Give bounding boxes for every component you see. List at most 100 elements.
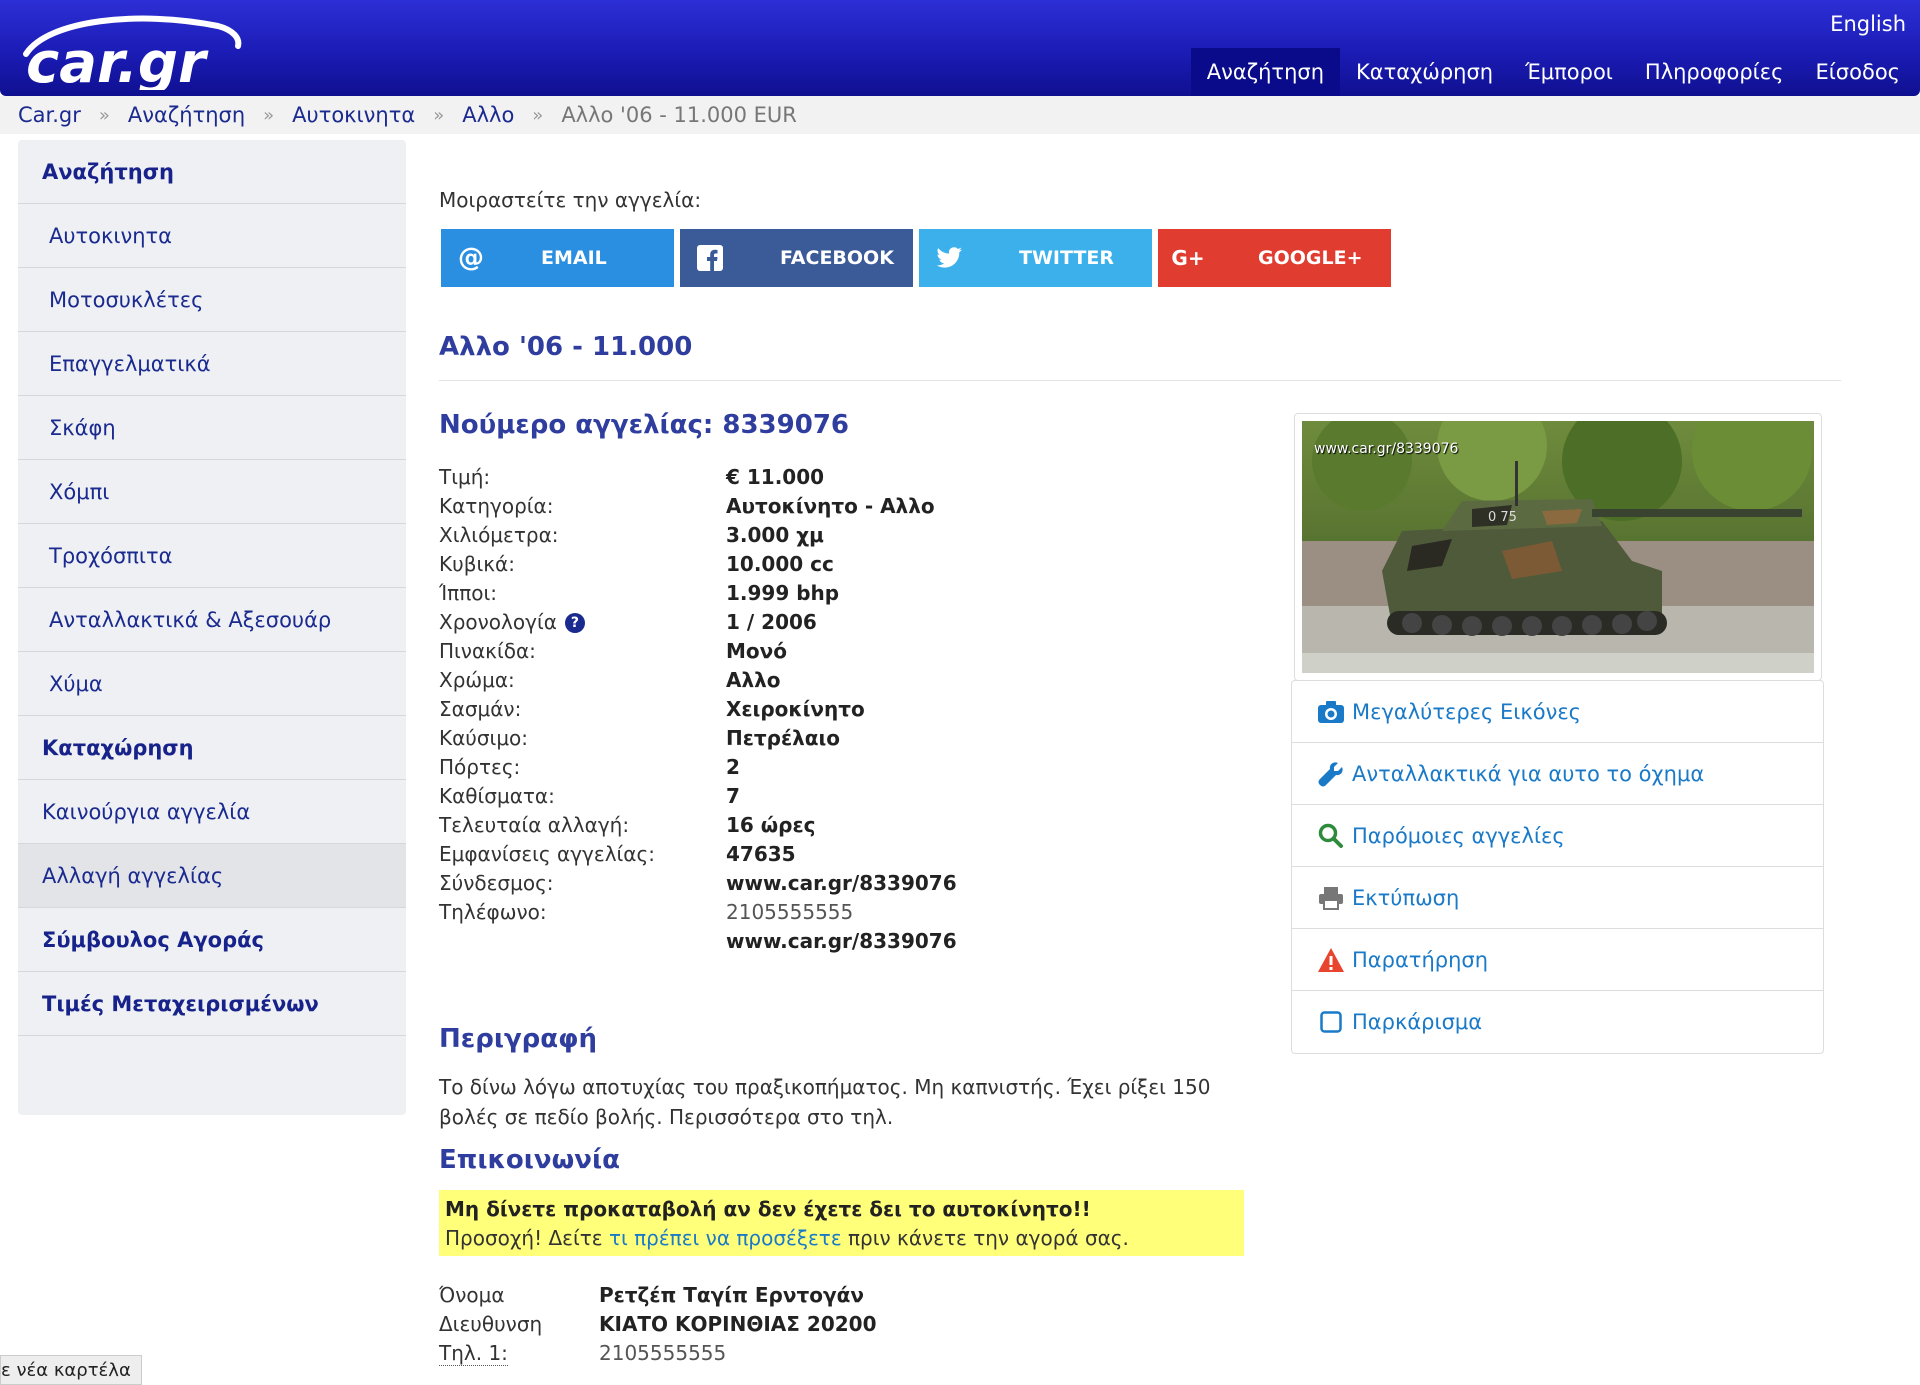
spec-row: Ίπποι: 1.999 bhp bbox=[439, 580, 840, 605]
breadcrumb: Car.gr » Αναζήτηση » Αυτοκινητα » Αλλο »… bbox=[0, 96, 1920, 134]
svg-text:car.gr: car.gr bbox=[26, 31, 209, 90]
search-icon bbox=[1316, 821, 1346, 851]
spec-row: Καθίσματα: 7 bbox=[439, 783, 740, 808]
print-link[interactable]: Εκτύπωση bbox=[1292, 867, 1823, 929]
car-gr-logo[interactable]: car.gr bbox=[18, 12, 248, 90]
breadcrumb-separator: » bbox=[263, 104, 275, 126]
spec-row: Πινακίδα: Μονό bbox=[439, 638, 788, 663]
sidebar-item-hobby[interactable]: Χόμπι bbox=[18, 460, 406, 524]
contact-row: Διευθυνση ΚΙΑΤΟ ΚΟΡΙΝΘΙΑΣ 20200 bbox=[439, 1311, 877, 1336]
sidebar-item-parts[interactable]: Ανταλλακτικά & Αξεσουάρ bbox=[18, 588, 406, 652]
google-plus-icon: G+ bbox=[1171, 246, 1205, 270]
checkbox-icon bbox=[1316, 1007, 1346, 1037]
sidebar-heading-used-prices[interactable]: Τιμές Μεταχειρισμένων bbox=[18, 972, 406, 1036]
turret-number: 0 75 bbox=[1488, 510, 1517, 525]
at-icon: @ bbox=[458, 243, 484, 273]
nav-login[interactable]: Είσοδος bbox=[1799, 48, 1916, 96]
listing-actions: Μεγαλύτερες Εικόνες Ανταλλακτικά για αυτ… bbox=[1291, 680, 1824, 1054]
seller-phone[interactable]: 2105555555 bbox=[599, 1341, 726, 1365]
contact-row: Όνομα Ρετζέπ Ταγίπ Ερντογάν bbox=[439, 1282, 864, 1307]
spec-row: Σασμάν: Χειροκίνητο bbox=[439, 696, 865, 721]
help-icon[interactable]: ? bbox=[564, 613, 585, 633]
wrench-icon bbox=[1316, 759, 1346, 789]
seller-name: Ρετζέπ Ταγίπ Ερντογάν bbox=[599, 1282, 864, 1307]
spec-table: Τιμή: € 11.000 Κατηγορία: Αυτοκίνητο - Αλλ… bbox=[439, 462, 957, 955]
spec-row: www.car.gr/8339076 bbox=[439, 926, 957, 955]
sidebar-heading-advisor[interactable]: Σύμβουλος Αγοράς bbox=[18, 908, 406, 972]
sidebar: Αναζήτηση Αυτοκινητα Μοτοσυκλέτες Επαγγε… bbox=[18, 140, 406, 1115]
breadcrumb-separator: » bbox=[98, 104, 110, 126]
contact-table: Όνομα Ρετζέπ Ταγίπ Ερντογάν Διευθυνση ΚΙΑΤ… bbox=[439, 1280, 877, 1367]
warning-text: Προσοχή! Δείτε τι πρέπει να προσέξετε πρ… bbox=[445, 1226, 1129, 1250]
breadcrumb-separator: » bbox=[433, 104, 445, 126]
warning-box: Μη δίνετε προκαταβολή αν δεν έχετε δει τ… bbox=[439, 1190, 1244, 1256]
nav-info[interactable]: Πληροφορίες bbox=[1629, 48, 1800, 96]
description-heading: Περιγραφή bbox=[439, 1024, 598, 1054]
report-link[interactable]: Παρατήρηση bbox=[1292, 929, 1823, 991]
seller-address: ΚΙΑΤΟ ΚΟΡΙΝΘΙΑΣ 20200 bbox=[599, 1311, 877, 1336]
sidebar-item-commercial[interactable]: Επαγγελματικά bbox=[18, 332, 406, 396]
sidebar-item-caravans[interactable]: Τροχόσπιτα bbox=[18, 524, 406, 588]
spec-row: Κυβικά: 10.000 cc bbox=[439, 551, 834, 576]
twitter-icon bbox=[919, 247, 979, 269]
spec-row: Πόρτες: 2 bbox=[439, 754, 740, 779]
phone-value[interactable]: 2105555555 bbox=[726, 900, 853, 924]
description-text: Το δίνω λόγω αποτυχίας του πραξικοπήματο… bbox=[439, 1075, 1211, 1129]
spec-row: Κατηγορία: Αυτοκίνητο - Αλλο bbox=[439, 493, 935, 518]
printer-icon bbox=[1316, 883, 1346, 913]
english-link[interactable]: English bbox=[1830, 12, 1906, 36]
share-google-button[interactable]: G+ GOOGLE+ bbox=[1158, 229, 1391, 287]
nav-listing[interactable]: Καταχώρηση bbox=[1340, 48, 1509, 96]
spec-row: Εμφανίσεις αγγελίας: 47635 bbox=[439, 841, 796, 866]
spec-row: Τηλέφωνο: 2105555555 bbox=[439, 899, 854, 924]
sidebar-item-edit-ad[interactable]: Αλλαγή αγγελίας bbox=[18, 844, 406, 908]
divider bbox=[439, 380, 1841, 381]
breadcrumb-other[interactable]: Αλλο bbox=[462, 103, 514, 127]
spec-row: Τιμή: € 11.000 bbox=[439, 464, 825, 489]
sidebar-heading-search[interactable]: Αναζήτηση bbox=[18, 140, 406, 204]
parking-link[interactable]: Παρκάρισμα bbox=[1292, 991, 1823, 1053]
sidebar-item-motorcycles[interactable]: Μοτοσυκλέτες bbox=[18, 268, 406, 332]
ad-link[interactable]: www.car.gr/8339076 bbox=[726, 871, 957, 895]
spec-row: Χρώμα: Αλλο bbox=[439, 667, 781, 692]
main-nav: Αναζήτηση Καταχώρηση Έμποροι Πληροφορίες… bbox=[1190, 48, 1916, 96]
warning-link[interactable]: τι πρέπει να προσέξετε bbox=[609, 1226, 842, 1250]
breadcrumb-separator: » bbox=[532, 104, 544, 126]
ad-number: Νούμερο αγγελίας: 8339076 bbox=[439, 410, 850, 440]
contact-row: Τηλ. 1: 2105555555 bbox=[439, 1340, 727, 1366]
breadcrumb-current: Αλλο '06 - 11.000 EUR bbox=[561, 103, 797, 127]
ad-link-secondary[interactable]: www.car.gr/8339076 bbox=[726, 929, 957, 953]
sidebar-item-new-ad[interactable]: Καινούργια αγγελία bbox=[18, 780, 406, 844]
sidebar-item-cars[interactable]: Αυτοκινητα bbox=[18, 204, 406, 268]
contact-heading: Επικοινωνία bbox=[439, 1145, 620, 1175]
spec-row: Χρονολογία? 1 / 2006 bbox=[439, 609, 817, 634]
similar-ads-link[interactable]: Παρόμοιες αγγελίες bbox=[1292, 805, 1823, 867]
facebook-icon bbox=[680, 245, 740, 271]
listing-photo[interactable]: 0 75 www.car.gr/8339076 bbox=[1302, 421, 1814, 673]
breadcrumb-search[interactable]: Αναζήτηση bbox=[128, 103, 245, 127]
spec-row: Σύνδεσμος: www.car.gr/8339076 bbox=[439, 870, 957, 895]
share-email-button[interactable]: @ EMAIL bbox=[441, 229, 674, 287]
spec-row: Τελευταία αλλαγή: 16 ώρες bbox=[439, 812, 816, 837]
photo-watermark: www.car.gr/8339076 bbox=[1314, 441, 1459, 457]
share-facebook-button[interactable]: FACEBOOK bbox=[680, 229, 913, 287]
nav-dealers[interactable]: Έμποροι bbox=[1509, 48, 1629, 96]
spec-row: Χιλιόμετρα: 3.000 χμ bbox=[439, 522, 824, 547]
sidebar-heading-listing[interactable]: Καταχώρηση bbox=[18, 716, 406, 780]
parts-for-vehicle-link[interactable]: Ανταλλακτικά για αυτο το όχημα bbox=[1292, 743, 1823, 805]
listing-title: Αλλο '06 - 11.000 bbox=[439, 332, 693, 362]
warning-title: Μη δίνετε προκαταβολή αν δεν έχετε δει τ… bbox=[445, 1197, 1091, 1221]
breadcrumb-home[interactable]: Car.gr bbox=[18, 103, 81, 127]
bigger-images-link[interactable]: Μεγαλύτερες Εικόνες bbox=[1292, 681, 1823, 743]
site-header: car.gr English Αναζήτηση Καταχώρηση Έμπο… bbox=[0, 0, 1920, 96]
tank-image: 0 75 bbox=[1302, 421, 1814, 673]
share-twitter-button[interactable]: TWITTER bbox=[919, 229, 1152, 287]
sidebar-item-bulk[interactable]: Χύμα bbox=[18, 652, 406, 716]
sidebar-item-boats[interactable]: Σκάφη bbox=[18, 396, 406, 460]
listing-photo-frame: 0 75 www.car.gr/8339076 bbox=[1294, 413, 1822, 681]
nav-search[interactable]: Αναζήτηση bbox=[1190, 48, 1341, 96]
share-buttons: @ EMAIL FACEBOOK TWITTER G+ GOOGLE+ bbox=[441, 229, 1391, 287]
price-value: € 11.000 bbox=[726, 464, 825, 489]
status-tooltip: ε νέα καρτέλα bbox=[0, 1355, 142, 1385]
breadcrumb-cars[interactable]: Αυτοκινητα bbox=[292, 103, 415, 127]
